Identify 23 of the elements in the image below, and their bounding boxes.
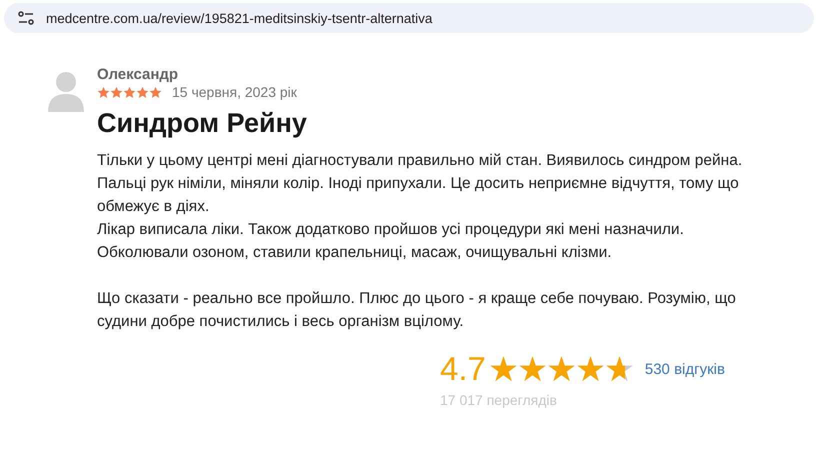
star-icon [606, 356, 633, 382]
star-icon [490, 356, 517, 382]
address-bar[interactable]: medcentre.com.ua/review/195821-meditsinskiy-tsentr-alternativa [4, 3, 814, 33]
url-text: medcentre.com.ua/review/195821-meditsinskiy-tsentr-alternativa [46, 10, 432, 26]
review-date: 15 червня, 2023 рік [172, 84, 297, 100]
author-name: Олександр [97, 66, 180, 84]
star-icon [518, 356, 546, 382]
star-icon [123, 86, 136, 98]
star-icon [576, 356, 604, 382]
star-icon [110, 86, 123, 98]
star-icon [136, 86, 149, 98]
review-paragraph: Лікар виписала ліки. Також додатково пройшов усі процедури які мені назначили. Обколювали озоном, ставили крапельниці, масаж, очищувальні клізми. [97, 220, 685, 263]
review-paragraph: Пальці рук німіли, міняли колір. Іноді припухали. Це досить неприємне відчуття, тому що обмежує в діях. [97, 174, 740, 217]
review-paragraph: Що сказати - реально все пройшло. Плюс до цього - я краще себе почуваю. Розумію, що судини добре почистились і весь організм вцілому. [97, 289, 737, 332]
reviews-count-link[interactable]: 530 відгуків [644, 360, 725, 378]
star-icon [97, 86, 110, 98]
site-settings-icon[interactable] [18, 11, 34, 25]
avatar-silhouette-icon [48, 70, 84, 112]
rating-score: 4.7 [440, 350, 486, 388]
review-paragraph: Тільки у цьому центрі мені діагностували правильно мій стан. Виявилось синдром рейна. [97, 151, 744, 171]
star-icon [149, 86, 162, 98]
review-title: Синдром Рейну [97, 108, 308, 139]
star-icon [548, 356, 575, 382]
